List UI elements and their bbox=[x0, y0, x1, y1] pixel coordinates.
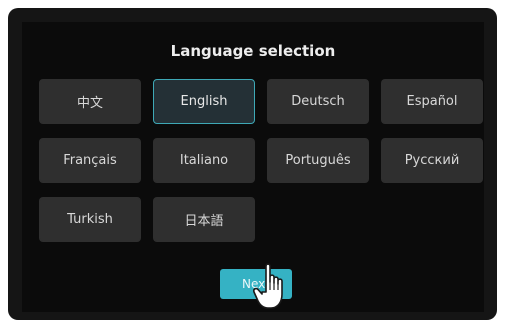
language-button-japanese[interactable]: 日本語 bbox=[153, 197, 255, 242]
language-button-francais[interactable]: Français bbox=[39, 138, 141, 183]
language-button-espanol[interactable]: Español bbox=[381, 79, 483, 124]
language-button-english[interactable]: English bbox=[153, 79, 255, 124]
page-title: Language selection bbox=[170, 42, 336, 60]
language-button-deutsch[interactable]: Deutsch bbox=[267, 79, 369, 124]
language-button-turkish[interactable]: Turkish bbox=[39, 197, 141, 242]
language-button-chinese[interactable]: 中文 bbox=[39, 79, 141, 124]
language-button-russian[interactable]: Русский bbox=[381, 138, 483, 183]
language-button-portugues[interactable]: Português bbox=[267, 138, 369, 183]
hand-pointer-icon bbox=[253, 263, 283, 309]
language-button-italiano[interactable]: Italiano bbox=[153, 138, 255, 183]
